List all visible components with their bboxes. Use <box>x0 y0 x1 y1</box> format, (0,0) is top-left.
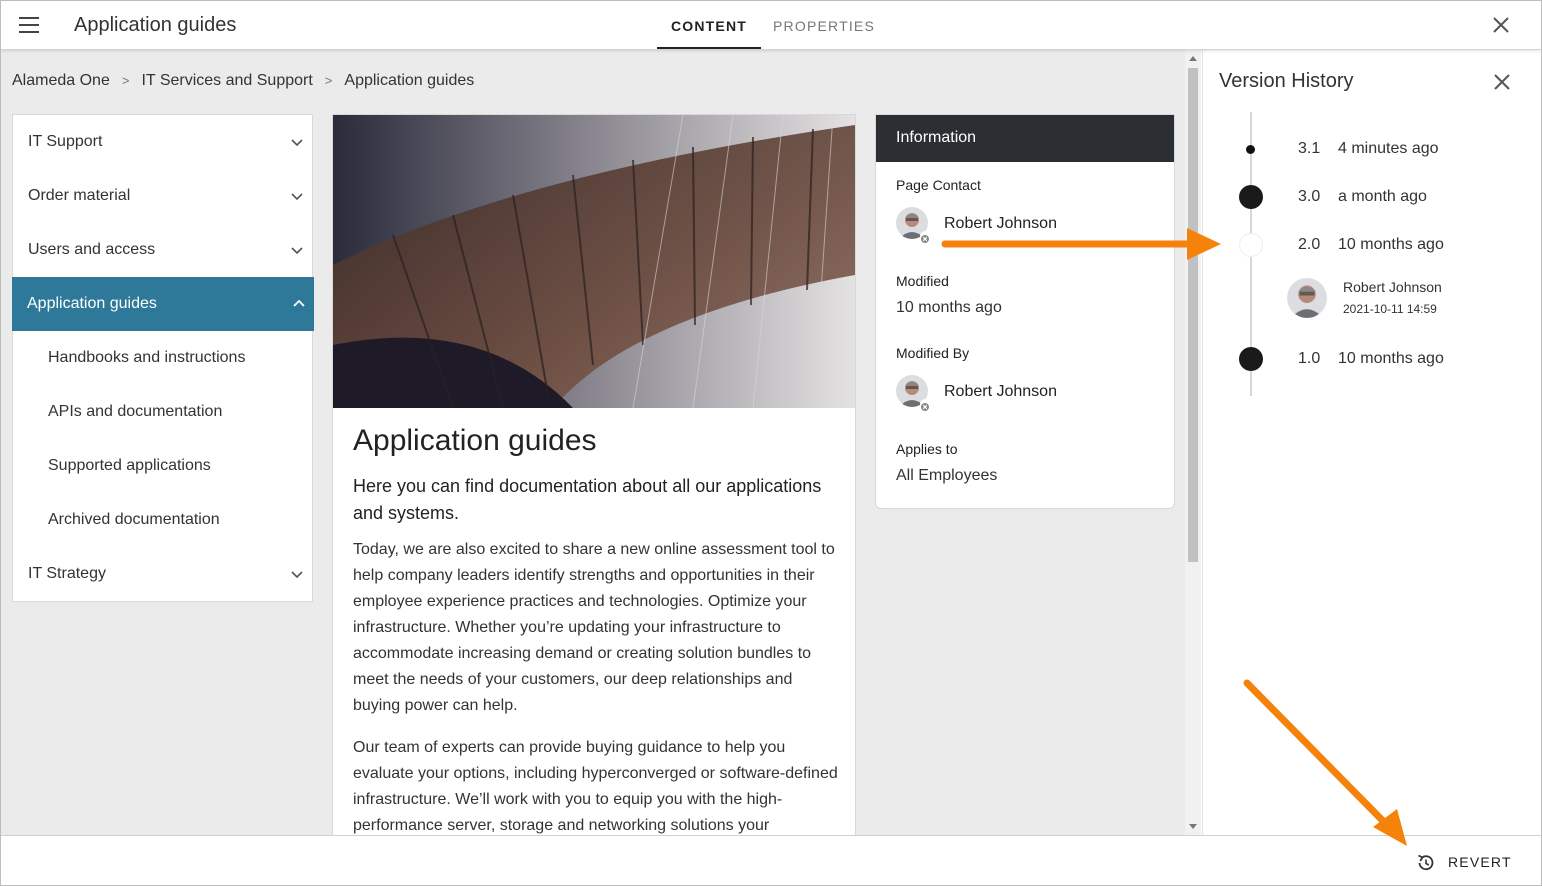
chevron-down-icon[interactable] <box>291 568 303 580</box>
scrollbar-thumb[interactable] <box>1188 68 1198 562</box>
modified-by-label: Modified By <box>896 345 970 361</box>
person-name: Robert Johnson <box>944 383 1057 400</box>
nav-item-label: Order material <box>28 187 131 204</box>
version-row-3-1[interactable]: 3.1 4 minutes ago <box>1203 131 1541 167</box>
chevron-down-icon[interactable] <box>291 244 303 256</box>
nav-item-order-material[interactable]: Order material <box>13 169 312 223</box>
version-history-title: Version History <box>1219 70 1354 92</box>
chevron-down-icon[interactable] <box>291 136 303 148</box>
avatar <box>1287 278 1327 318</box>
breadcrumb-item[interactable]: IT Services and Support <box>141 72 312 89</box>
nav-item-label: Archived documentation <box>48 511 220 528</box>
nav-item-it-strategy[interactable]: IT Strategy <box>13 547 312 601</box>
article-paragraph: Today, we are also excited to share a ne… <box>353 541 835 714</box>
nav-item-users-and-access[interactable]: Users and access <box>13 223 312 277</box>
version-number: 3.1 <box>1298 140 1321 157</box>
presence-offline-icon <box>920 399 930 411</box>
chevron-up-icon[interactable] <box>293 298 305 310</box>
chevron-right-icon: > <box>324 73 333 88</box>
menu-icon[interactable] <box>19 17 39 33</box>
version-time: 4 minutes ago <box>1338 140 1439 157</box>
breadcrumb: Alameda One > IT Services and Support > Appl… <box>12 72 474 90</box>
nav-subitem-archived-documentation[interactable]: Archived documentation <box>13 493 312 547</box>
nav-subitem-supported-applications[interactable]: Supported applications <box>13 439 312 493</box>
article-lead: Here you can find documentation about al… <box>353 476 822 523</box>
version-number: 3.0 <box>1298 188 1321 205</box>
revert-label: REVERT <box>1448 854 1512 870</box>
timeline-dot <box>1246 145 1255 154</box>
article-card: Application guides Here you can find doc… <box>332 114 856 835</box>
nav-item-label: Handbooks and instructions <box>48 349 246 366</box>
bottom-action-bar: REVERT <box>1 835 1541 885</box>
person-name: Robert Johnson <box>944 215 1057 232</box>
information-heading: Information <box>876 115 1174 162</box>
close-icon[interactable] <box>1491 15 1511 35</box>
timeline-dot <box>1239 185 1263 209</box>
nav-item-it-support[interactable]: IT Support <box>13 115 312 169</box>
nav-item-application-guides[interactable]: Application guides <box>12 277 314 331</box>
tab-properties[interactable]: PROPERTIES <box>773 1 875 47</box>
page-title: Application guides <box>74 14 237 36</box>
nav-item-label: Application guides <box>27 295 157 312</box>
page-contact-label: Page Contact <box>896 177 981 193</box>
version-row-3-0[interactable]: 3.0 a month ago <box>1203 179 1541 215</box>
nav-subitem-handbooks[interactable]: Handbooks and instructions <box>13 331 312 385</box>
version-time: 10 months ago <box>1338 350 1444 367</box>
modified-label: Modified <box>896 273 949 289</box>
app-window: Application guides CONTENT PROPERTIES Al… <box>0 0 1542 886</box>
version-author: Robert Johnson <box>1343 279 1442 295</box>
version-row-1-0[interactable]: 1.0 10 months ago <box>1203 341 1541 377</box>
tab-content[interactable]: CONTENT <box>657 1 761 49</box>
close-icon[interactable] <box>1493 73 1511 91</box>
scroll-down-icon[interactable] <box>1189 824 1197 829</box>
nav-item-label: Supported applications <box>48 457 211 474</box>
revert-icon <box>1418 854 1434 871</box>
timeline-dot <box>1239 347 1263 371</box>
breadcrumb-item[interactable]: Application guides <box>344 72 474 89</box>
scroll-up-icon[interactable] <box>1189 56 1197 61</box>
version-date: 2021-10-11 14:59 <box>1343 302 1437 316</box>
nav-item-label: Users and access <box>28 241 156 258</box>
version-time: a month ago <box>1338 188 1427 205</box>
top-bar: Application guides CONTENT PROPERTIES <box>1 1 1541 50</box>
section-navigation: IT Support Order material Users and acce… <box>12 114 314 602</box>
chevron-down-icon[interactable] <box>291 190 303 202</box>
nav-item-label: APIs and documentation <box>48 403 223 420</box>
version-time: 10 months ago <box>1338 236 1444 253</box>
chevron-right-icon: > <box>121 73 130 88</box>
main-content-area: Alameda One > IT Services and Support > Appl… <box>1 50 1185 835</box>
version-number: 2.0 <box>1298 236 1321 253</box>
nav-item-label: IT Strategy <box>28 565 106 582</box>
information-card: Information Page Contact Robert Johnson … <box>875 114 1175 509</box>
hero-image <box>333 115 855 408</box>
applies-to-value: All Employees <box>896 467 998 484</box>
modified-value: 10 months ago <box>896 299 1002 316</box>
presence-offline-icon <box>920 231 930 243</box>
version-number: 1.0 <box>1298 350 1321 367</box>
breadcrumb-item[interactable]: Alameda One <box>12 72 110 89</box>
main-scrollbar[interactable] <box>1185 50 1201 835</box>
article-title: Application guides <box>353 424 597 457</box>
article-paragraph: Our team of experts can provide buying g… <box>353 739 838 834</box>
timeline-dot-selected <box>1239 233 1263 257</box>
version-history-panel: Version History 3.1 4 minutes ago 3.0 a … <box>1202 50 1541 835</box>
nav-subitem-apis[interactable]: APIs and documentation <box>13 385 312 439</box>
version-row-2-0[interactable]: 2.0 10 months ago <box>1203 227 1541 263</box>
applies-to-label: Applies to <box>896 441 958 457</box>
nav-item-label: IT Support <box>28 133 103 150</box>
